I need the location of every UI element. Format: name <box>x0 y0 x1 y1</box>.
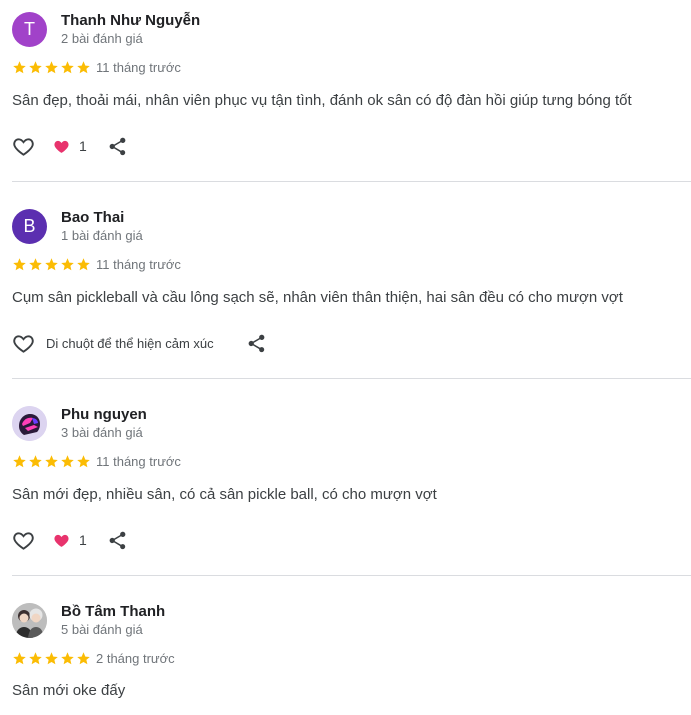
star-icon <box>13 258 26 271</box>
share-icon[interactable] <box>107 530 128 551</box>
divider <box>12 181 691 182</box>
star-rating <box>12 257 91 272</box>
review-text: Sân mới đẹp, nhiều sân, có cả sân pickle… <box>12 486 437 503</box>
heart-reaction-icon <box>54 140 69 153</box>
heart-outline-icon[interactable] <box>12 332 35 355</box>
review-time: 11 tháng trước <box>96 454 181 469</box>
reviewer-name[interactable]: Bao Thai <box>61 209 124 226</box>
reviewer-name[interactable]: Phu nguyen <box>61 406 147 423</box>
star-icon <box>13 61 26 74</box>
star-icon <box>29 61 42 74</box>
avatar[interactable] <box>12 406 47 441</box>
reaction-summary[interactable]: 1 <box>53 138 87 155</box>
star-icon <box>45 258 58 271</box>
review-count: 2 bài đánh giá <box>61 31 143 46</box>
review-count: 1 bài đánh giá <box>61 228 143 243</box>
reaction-summary[interactable]: 1 <box>53 532 87 549</box>
heart-outline-icon[interactable] <box>12 529 35 552</box>
helmet-avatar-icon <box>12 406 47 441</box>
review-actions: 1 <box>12 134 132 158</box>
star-icon <box>61 258 74 271</box>
share-icon[interactable] <box>246 333 267 354</box>
star-icon <box>77 455 90 468</box>
review-actions: 1 <box>12 528 132 552</box>
avatar[interactable]: B <box>12 209 47 244</box>
divider <box>12 575 691 576</box>
reaction-hint: Di chuột để thể hiện cảm xúc <box>46 335 214 351</box>
star-rating <box>12 60 91 75</box>
review-count: 3 bài đánh giá <box>61 425 143 440</box>
avatar[interactable] <box>12 603 47 638</box>
share-icon[interactable] <box>107 136 128 157</box>
star-icon <box>45 455 58 468</box>
review-text: Cụm sân pickleball và cầu lông sạch sẽ, … <box>12 289 623 306</box>
review-actions: Di chuột để thể hiện cảm xúc <box>12 331 292 355</box>
star-icon <box>61 455 74 468</box>
star-icon <box>45 652 58 665</box>
reviewer-name[interactable]: Bồ Tâm Thanh <box>61 603 165 620</box>
star-rating <box>12 651 91 666</box>
star-icon <box>45 61 58 74</box>
review-time: 11 tháng trước <box>96 257 181 272</box>
star-icon <box>61 652 74 665</box>
star-icon <box>77 258 90 271</box>
star-icon <box>29 258 42 271</box>
photo-avatar-icon <box>12 603 47 638</box>
star-icon <box>29 652 42 665</box>
star-icon <box>13 455 26 468</box>
star-rating <box>12 454 91 469</box>
reaction-count: 1 <box>79 532 87 548</box>
heart-reaction-icon <box>54 534 69 547</box>
star-icon <box>13 652 26 665</box>
divider <box>12 378 691 379</box>
star-icon <box>77 61 90 74</box>
reviewer-name[interactable]: Thanh Như Nguyễn <box>61 12 200 29</box>
star-icon <box>61 61 74 74</box>
reaction-count: 1 <box>79 138 87 154</box>
avatar[interactable]: T <box>12 12 47 47</box>
review-count: 5 bài đánh giá <box>61 622 143 637</box>
review-time: 2 tháng trước <box>96 651 175 666</box>
star-icon <box>29 455 42 468</box>
review-time: 11 tháng trước <box>96 60 181 75</box>
heart-outline-icon[interactable] <box>12 135 35 158</box>
review-text: Sân mới oke đấy <box>12 682 126 699</box>
review-text: Sân đẹp, thoải mái, nhân viên phục vụ tậ… <box>12 92 632 109</box>
star-icon <box>77 652 90 665</box>
